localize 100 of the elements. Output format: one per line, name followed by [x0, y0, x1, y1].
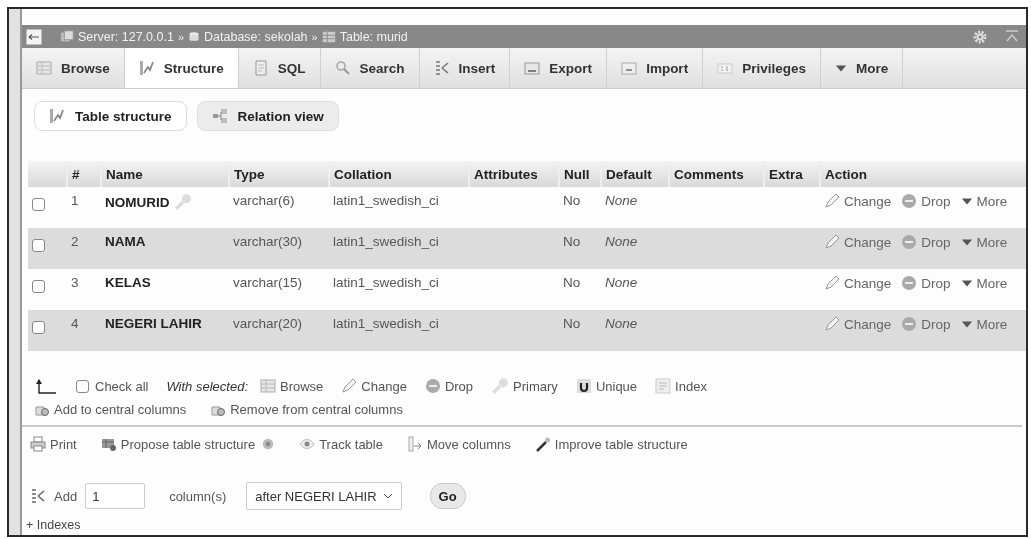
change-link[interactable]: Change	[824, 193, 892, 209]
privileges-icon	[717, 60, 734, 76]
insert-icon	[433, 60, 450, 76]
drop-link[interactable]: Drop	[901, 316, 951, 332]
row-checkbox[interactable]	[32, 321, 45, 334]
move-columns-link[interactable]: Move columns	[406, 436, 511, 452]
structure-icon	[49, 108, 65, 124]
row-number: 4	[71, 316, 79, 331]
row-checkbox[interactable]	[32, 280, 45, 293]
drop-link[interactable]: Drop	[901, 275, 951, 291]
database-icon	[188, 29, 201, 44]
check-all-checkbox[interactable]: Check all	[76, 378, 149, 394]
change-link[interactable]: Change	[824, 234, 892, 250]
collation-cell: latin1_swedish_ci	[333, 234, 439, 249]
column-header[interactable]: Extra	[764, 161, 820, 187]
pencil-icon	[824, 193, 840, 209]
drop-icon	[901, 316, 918, 332]
default-cell: None	[605, 316, 638, 331]
row-checkbox[interactable]	[32, 239, 45, 252]
more-link[interactable]: More	[960, 275, 1008, 291]
pencil-icon	[824, 234, 840, 250]
tab[interactable]: Structure	[124, 48, 239, 88]
tab[interactable]: Insert	[419, 48, 511, 88]
propose-icon	[100, 436, 117, 452]
row-number: 3	[71, 275, 79, 290]
bulk-action-link[interactable]: Change	[341, 378, 407, 394]
export-icon	[524, 60, 541, 76]
bulk-action-link[interactable]: Index	[655, 378, 707, 394]
column-header[interactable]: Type	[229, 161, 329, 187]
collation-cell: latin1_swedish_ci	[333, 193, 439, 208]
tab[interactable]: Export	[510, 48, 608, 88]
tab[interactable]: SQL	[238, 48, 321, 88]
default-cell: None	[605, 193, 638, 208]
tab[interactable]: Privileges	[703, 48, 821, 88]
type-cell: varchar(30)	[233, 234, 303, 249]
central-columns-link[interactable]: Remove from central columns	[210, 401, 403, 417]
search-icon	[334, 60, 351, 76]
more-link[interactable]: More	[960, 234, 1008, 250]
sub-tab[interactable]: Relation view	[196, 101, 339, 131]
column-header[interactable]: Default	[601, 161, 669, 187]
central-columns-link[interactable]: Add to central columns	[34, 401, 187, 417]
column-header[interactable]: Attributes	[469, 161, 559, 187]
wand-icon	[534, 436, 551, 452]
caret-icon	[960, 318, 973, 330]
sub-tab[interactable]: Table structure	[34, 101, 187, 131]
column-header[interactable]: Comments	[669, 161, 764, 187]
columns-label: column(s)	[169, 488, 227, 504]
track-link[interactable]: Track table	[299, 436, 383, 452]
key-icon	[491, 377, 510, 395]
bulk-action-link[interactable]: Browse	[260, 378, 324, 394]
structure-icon	[138, 60, 155, 76]
collation-cell: latin1_swedish_ci	[333, 275, 439, 290]
column-name: NEGERI LAHIR	[105, 316, 202, 331]
propose-link[interactable]: Propose table structure	[100, 436, 256, 452]
go-button[interactable]: Go	[429, 483, 466, 509]
column-header[interactable]: Collation	[329, 161, 469, 187]
tab[interactable]: Browse	[22, 48, 125, 88]
more-link[interactable]: More	[960, 316, 1008, 332]
unique-icon	[575, 378, 592, 394]
column-header[interactable]: Action	[820, 161, 1026, 187]
drop-link[interactable]: Drop	[901, 234, 951, 250]
tab[interactable]: Search	[320, 48, 420, 88]
column-header[interactable]: Null	[559, 161, 601, 187]
change-link[interactable]: Change	[824, 275, 892, 291]
drop-icon	[901, 275, 918, 291]
tab[interactable]: More	[820, 48, 904, 88]
indexes-link[interactable]: + Indexes	[26, 518, 1026, 532]
bulk-action-link[interactable]: Drop	[424, 378, 474, 394]
column-name: NAMA	[105, 234, 146, 249]
change-link[interactable]: Change	[824, 316, 892, 332]
collation-cell: latin1_swedish_ci	[333, 316, 439, 331]
insert-icon	[30, 488, 46, 504]
caret-icon	[960, 236, 973, 248]
column-header[interactable]: #	[67, 161, 101, 187]
improve-link[interactable]: Improve table structure	[534, 436, 688, 452]
type-cell: varchar(20)	[233, 316, 303, 331]
tab[interactable]: Import	[607, 48, 704, 88]
row-checkbox[interactable]	[32, 198, 45, 211]
bulk-action-link[interactable]: Unique	[575, 378, 638, 394]
move-columns-icon	[406, 436, 423, 452]
eye-icon	[299, 436, 316, 452]
drop-link[interactable]: Drop	[901, 193, 951, 209]
server-icon	[60, 29, 74, 44]
caret-icon	[960, 195, 973, 207]
null-cell: No	[563, 275, 581, 290]
up-arrow-icon	[34, 378, 58, 394]
print-icon	[30, 436, 46, 452]
column-count-field[interactable]: 1	[85, 483, 146, 509]
more-link[interactable]: More	[960, 193, 1008, 209]
column-header[interactable]: Name	[101, 161, 229, 187]
column-name: NOMURID	[105, 194, 170, 210]
table-icon	[321, 29, 336, 44]
breadcrumb-separator: »	[311, 30, 318, 43]
bulk-action-link[interactable]: Primary	[491, 377, 558, 395]
settings-icon[interactable]	[972, 28, 988, 45]
index-icon	[655, 378, 672, 394]
pencil-icon	[341, 378, 358, 394]
position-dropdown[interactable]: after NEGERI LAHIR	[246, 482, 402, 510]
print-link[interactable]: Print	[30, 436, 77, 452]
pencil-icon	[824, 275, 840, 291]
